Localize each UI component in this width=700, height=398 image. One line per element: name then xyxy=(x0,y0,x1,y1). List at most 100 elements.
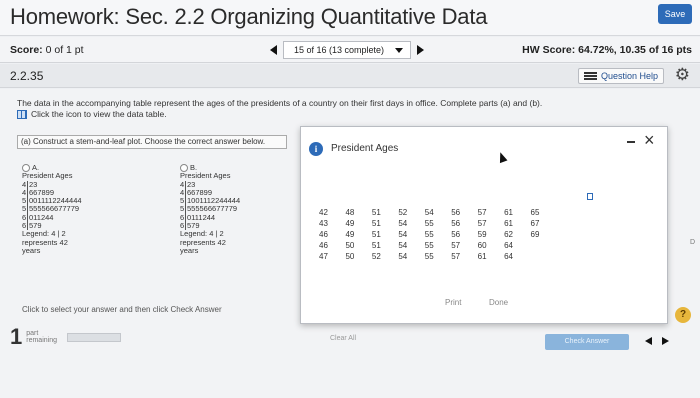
table-cell: 64 xyxy=(504,241,514,250)
table-cell: 54 xyxy=(398,230,408,239)
table-cell: 49 xyxy=(345,230,355,239)
table-cell: 42 xyxy=(319,208,328,217)
copy-icon[interactable] xyxy=(587,193,593,200)
help-button[interactable]: ? xyxy=(675,307,691,323)
table-cell: 52 xyxy=(371,252,381,261)
click-instructions: Click to select your answer and then cli… xyxy=(22,305,222,314)
table-cell: 57 xyxy=(451,252,461,261)
question-pager: 15 of 16 (13 complete) xyxy=(270,41,424,59)
next-arrow-icon[interactable] xyxy=(662,337,669,345)
hw-score: HW Score: 64.72%, 10.35 of 16 pts xyxy=(522,44,692,56)
table-cell: 62 xyxy=(504,230,514,239)
table-cell: 61 xyxy=(504,208,514,217)
score-value: 0 of 1 pt xyxy=(45,44,84,56)
table-cell: 56 xyxy=(451,208,461,217)
table-cell: 57 xyxy=(451,241,461,250)
option-a-stem-leaf: 4 23 4 667899 5 0011112244444 5 555566677779… xyxy=(22,180,82,231)
option-a-legend-3: years xyxy=(22,245,41,255)
table-cell: 59 xyxy=(477,230,487,239)
table-cell: 46 xyxy=(319,230,328,239)
popup-header: i President Ages × xyxy=(301,127,667,171)
question-select[interactable]: 15 of 16 (13 complete) xyxy=(283,41,411,59)
progress-bar xyxy=(67,332,121,342)
print-button[interactable]: Print xyxy=(445,298,461,307)
table-cell: 57 xyxy=(477,208,487,217)
check-answer-button[interactable]: Check Answer xyxy=(545,334,629,350)
table-cell: 54 xyxy=(398,241,408,250)
gear-icon[interactable]: ⚙ xyxy=(675,66,690,84)
table-cell: 49 xyxy=(345,219,355,228)
previous-arrow-icon[interactable] xyxy=(645,337,652,345)
table-cell: 65 xyxy=(530,208,540,217)
list-icon xyxy=(583,72,597,80)
part-a-instructions: (a) Construct a stem-and-leaf plot. Choo… xyxy=(17,135,287,149)
table-cell: 51 xyxy=(371,230,381,239)
table-cell: 51 xyxy=(371,208,381,217)
done-button[interactable]: Done xyxy=(489,298,508,307)
table-cell: 56 xyxy=(451,219,461,228)
page-title: Homework: Sec. 2.2 Organizing Quantitati… xyxy=(10,4,488,29)
question-help-button[interactable]: Question Help xyxy=(577,68,664,84)
table-cell: 55 xyxy=(424,230,434,239)
remaining-label: part remaining xyxy=(26,330,57,344)
chevron-down-icon xyxy=(395,48,403,53)
table-cell: 60 xyxy=(477,241,487,250)
data-table-link-text: Click the icon to view the data table. xyxy=(31,109,167,119)
table-cell: 52 xyxy=(398,208,408,217)
question-bar: 2.2.35 Question Help ⚙ xyxy=(0,64,700,88)
question-number: 2.2.35 xyxy=(10,69,44,83)
minimize-icon[interactable] xyxy=(627,141,635,143)
save-button[interactable]: Save xyxy=(658,4,692,24)
page: Homework: Sec. 2.2 Organizing Quantitati… xyxy=(0,0,700,398)
table-cell: 57 xyxy=(477,219,487,228)
table-cell: 67 xyxy=(530,219,540,228)
table-cell: 54 xyxy=(424,208,434,217)
remaining-count: 1 xyxy=(10,324,23,349)
option-b[interactable]: B. President Ages 4 23 4 667899 5 100111224… xyxy=(180,163,240,255)
edge-label: D xyxy=(690,239,696,246)
next-question-arrow-icon[interactable] xyxy=(417,45,424,55)
question-help-label: Question Help xyxy=(600,71,658,81)
score-bar: Score: 0 of 1 pt 15 of 16 (13 complete) … xyxy=(0,37,700,63)
table-cell: 51 xyxy=(371,219,381,228)
table-cell: 46 xyxy=(319,241,328,250)
bottom-nav xyxy=(645,337,669,345)
table-cell: 48 xyxy=(345,208,355,217)
table-cell: 61 xyxy=(477,252,487,261)
table-cell: 54 xyxy=(398,219,408,228)
clear-all-button[interactable]: Clear All xyxy=(330,335,356,342)
info-icon: i xyxy=(309,142,323,156)
table-icon[interactable] xyxy=(17,109,27,119)
option-b-legend-3: years xyxy=(180,245,199,255)
table-cell: 47 xyxy=(319,252,328,261)
table-cell: 56 xyxy=(451,230,461,239)
pager-text: 15 of 16 (13 complete) xyxy=(294,45,385,55)
table-cell: 50 xyxy=(345,252,355,261)
table-cell: 51 xyxy=(371,241,381,250)
previous-question-arrow-icon[interactable] xyxy=(270,45,277,55)
table-cell xyxy=(531,240,557,251)
president-ages-table: 42 48 51 52 54 56 57 61 65 43 49 51 54 55 56 57 61 67 46 49… xyxy=(319,207,557,262)
score: Score: 0 of 1 pt xyxy=(10,44,84,56)
option-a[interactable]: A. President Ages 4 23 4 667899 5 001111224… xyxy=(22,163,82,255)
close-icon[interactable]: × xyxy=(644,131,655,149)
popup-title: President Ages xyxy=(331,143,399,154)
remaining-label-2: remaining xyxy=(26,337,57,344)
table-cell: 69 xyxy=(530,230,540,239)
data-table-popup: i President Ages × 42 48 51 52 54 56 57 61 65 43 4… xyxy=(300,126,668,324)
table-cell: 50 xyxy=(345,241,355,250)
table-cell: 61 xyxy=(504,219,514,228)
table-cell: 55 xyxy=(424,252,434,261)
table-cell xyxy=(531,251,557,262)
table-cell: 55 xyxy=(424,219,434,228)
table-cell: 55 xyxy=(424,241,434,250)
title-bar: Homework: Sec. 2.2 Organizing Quantitati… xyxy=(0,0,700,36)
score-label: Score: xyxy=(10,44,43,56)
remaining-label-1: part xyxy=(26,330,39,337)
table-cell: 43 xyxy=(319,219,328,228)
table-cell: 64 xyxy=(504,252,514,261)
question-prompt: The data in the accompanying table repre… xyxy=(17,98,543,108)
option-b-stem-leaf: 4 23 4 667899 5 1001112244444 5 555566677779… xyxy=(180,180,240,231)
data-table-link[interactable]: Click the icon to view the data table. xyxy=(17,109,167,119)
table-cell: 54 xyxy=(398,252,408,261)
